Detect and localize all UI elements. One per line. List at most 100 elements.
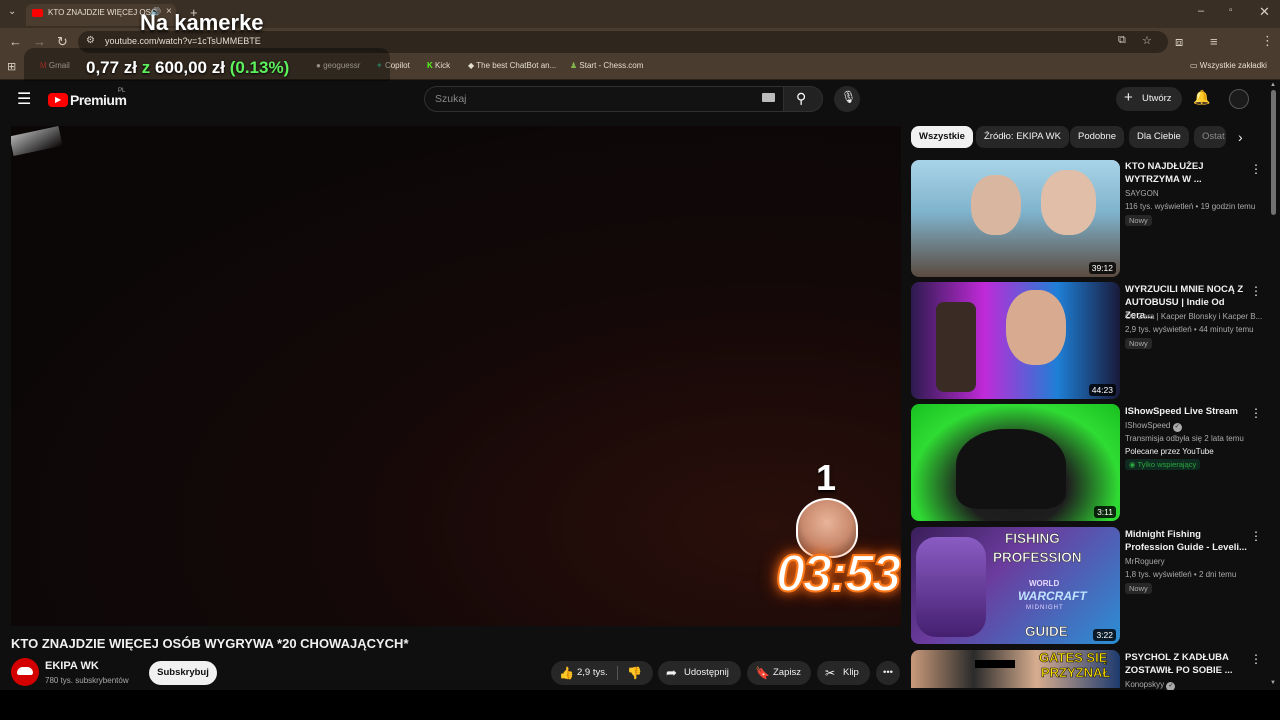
more-vertical-icon[interactable]: ⋮	[1250, 652, 1262, 666]
overlay-title: Na kamerke	[140, 10, 264, 35]
new-badge: Nowy	[1125, 583, 1152, 594]
bookmark-kick[interactable]: K Kick	[427, 61, 450, 70]
video-player[interactable]: 1 03:53	[11, 126, 901, 626]
scroll-up-icon[interactable]: ▲	[1270, 82, 1276, 88]
minimize-icon[interactable]: –	[1198, 5, 1204, 17]
video-duration: 44:23	[1088, 384, 1116, 396]
video-title[interactable]: KTO NAJDŁUŻEJ WYTRZYMA W ...	[1125, 160, 1250, 186]
all-bookmarks[interactable]: ▭ Wszystkie zakładki	[1190, 61, 1267, 70]
scissors-icon: ✂	[825, 666, 836, 680]
clip-button[interactable]: ✂ Klip	[817, 661, 870, 685]
bookmark-star-icon[interactable]: ☆	[1142, 34, 1152, 47]
video-meta: 1,8 tys. wyświetleń • 2 dni temu	[1125, 570, 1237, 579]
members-only-badge: ◉ Tylko wspierający	[1125, 459, 1201, 470]
recommended-label: Polecane przez YouTube	[1125, 447, 1214, 456]
video-title[interactable]: PSYCHOL Z KADŁUBA ZOSTAWIŁ PO SOBIE ...	[1125, 651, 1250, 677]
voice-search-button[interactable]: 🎙	[834, 86, 860, 112]
account-avatar[interactable]	[1229, 89, 1249, 109]
like-button[interactable]: 👍 2,9 tys.	[551, 661, 617, 685]
maximize-icon[interactable]: ▫	[1229, 5, 1233, 16]
goal-target-amount: 600,00 zł	[155, 58, 225, 77]
back-icon[interactable]: ←	[9, 34, 22, 49]
overlay-timer: 03:53	[775, 544, 901, 604]
wow-logo-warcraft: WARCRAFT	[1018, 589, 1087, 603]
video-title[interactable]: Midnight Fishing Profession Guide - Leve…	[1125, 528, 1250, 554]
keyboard-icon[interactable]	[762, 93, 775, 102]
more-vertical-icon[interactable]: ⋮	[1250, 529, 1262, 543]
subscriber-count: 780 tys. subskrybentów	[45, 676, 129, 685]
like-count: 2,9 tys.	[577, 667, 608, 678]
video-channel[interactable]: IShowSpeed ✓	[1125, 421, 1182, 432]
chip-related[interactable]: Podobne	[1070, 126, 1125, 148]
more-vertical-icon[interactable]: ⋮	[1250, 284, 1262, 298]
video-thumbnail[interactable]: 3:11	[911, 404, 1120, 521]
url-text: youtube.com/watch?v=1cTsUMMEBTE	[105, 36, 261, 46]
site-info-icon[interactable]: ⚙	[86, 35, 95, 46]
apps-grid-icon[interactable]: ⊞	[7, 60, 16, 73]
video-thumbnail[interactable]: FISHING PROFESSION WORLD WARCRAFT MIDNIG…	[911, 527, 1120, 644]
logo-region: PL	[118, 88, 126, 94]
bookmark-chess[interactable]: ♟ Start - Chess.com	[570, 61, 643, 70]
browser-menu-icon[interactable]: ⋮	[1261, 33, 1274, 49]
cast-icon[interactable]: ⧉	[1118, 34, 1126, 47]
more-vertical-icon[interactable]: ⋮	[1250, 406, 1262, 420]
share-button[interactable]: ➦ Udostępnij	[658, 661, 741, 685]
play-icon: ▶	[55, 95, 62, 104]
save-button[interactable]: 🔖 Zapisz	[747, 661, 811, 685]
notifications-bell-icon[interactable]: 🔔	[1193, 89, 1210, 106]
video-channel[interactable]: Od Zera | Kacper Blonsky i Kacper B...	[1125, 312, 1262, 321]
chip-for-you[interactable]: Dla Ciebie	[1129, 126, 1189, 148]
create-label: Utwórz	[1142, 93, 1172, 104]
thumbnail-text: GATES SIĘ	[1039, 650, 1108, 665]
bookmark-icon: 🔖	[755, 666, 770, 680]
censor-bar	[975, 660, 1015, 668]
channel-name[interactable]: EKIPA WK	[45, 660, 99, 672]
video-channel[interactable]: MrRoguery	[1125, 557, 1165, 566]
share-icon: ➦	[666, 665, 677, 680]
video-duration: 3:22	[1093, 629, 1116, 641]
chess-pawn-icon: ♟	[570, 61, 578, 70]
more-vertical-icon[interactable]: ⋮	[1250, 162, 1262, 176]
share-label: Udostępnij	[684, 667, 729, 678]
channel-logo-icon	[17, 667, 33, 675]
thumbnail-person	[1041, 170, 1096, 235]
video-channel[interactable]: SAYGON	[1125, 189, 1159, 198]
bookmark-chatbot[interactable]: ◆ The best ChatBot an...	[468, 61, 556, 70]
goal-of: z	[141, 58, 151, 77]
like-dislike-group: 👍 2,9 tys. 👎	[551, 661, 653, 685]
dislike-button[interactable]: 👎	[618, 661, 653, 685]
video-thumbnail[interactable]: 39:12	[911, 160, 1120, 277]
more-horizontal-icon: •••	[883, 667, 893, 678]
create-button[interactable]: + Utwórz	[1116, 87, 1182, 111]
chatbot-icon: ◆	[468, 61, 475, 70]
subscribe-button[interactable]: Subskrybuj	[149, 661, 217, 685]
more-actions-button[interactable]: •••	[876, 661, 900, 685]
video-title[interactable]: IShowSpeed Live Stream	[1125, 405, 1250, 418]
search-button[interactable]: ⚲	[783, 86, 823, 112]
clip-label: Klip	[843, 667, 859, 678]
video-thumbnail[interactable]: GATES SIĘ PRZYZNAŁ	[911, 650, 1120, 688]
search-icon: ⚲	[796, 90, 807, 106]
video-thumbnail[interactable]: 44:23	[911, 282, 1120, 399]
forward-icon[interactable]: →	[33, 34, 46, 49]
window-close-icon[interactable]: ✕	[1259, 4, 1270, 20]
thumbs-down-icon: 👎	[627, 666, 642, 680]
video-meta: Transmisja odbyła się 2 lata temu	[1125, 434, 1244, 443]
channel-avatar[interactable]	[11, 658, 39, 686]
youtube-favicon-icon	[32, 9, 43, 17]
reading-list-icon[interactable]: ≡	[1210, 34, 1218, 49]
thumbnail-text: FISHING	[1005, 531, 1060, 547]
chip-recent[interactable]: Ostat	[1194, 126, 1226, 148]
plus-icon: +	[1124, 89, 1133, 106]
tab-search-icon[interactable]: ⌄	[8, 6, 16, 17]
chip-all[interactable]: Wszystkie	[911, 126, 973, 148]
hamburger-menu-icon[interactable]: ☰	[17, 89, 31, 109]
folder-icon: ▭	[1190, 61, 1198, 70]
chevron-right-icon[interactable]: ›	[1238, 129, 1243, 145]
chip-source[interactable]: Źródło: EKIPA WK	[976, 126, 1069, 148]
extensions-icon[interactable]: ⧈	[1175, 34, 1183, 50]
video-duration: 3:11	[1094, 506, 1116, 518]
page-scrollbar[interactable]	[1271, 90, 1276, 215]
scroll-down-icon[interactable]: ▼	[1270, 680, 1276, 686]
search-input[interactable]: Szukaj	[424, 86, 784, 112]
